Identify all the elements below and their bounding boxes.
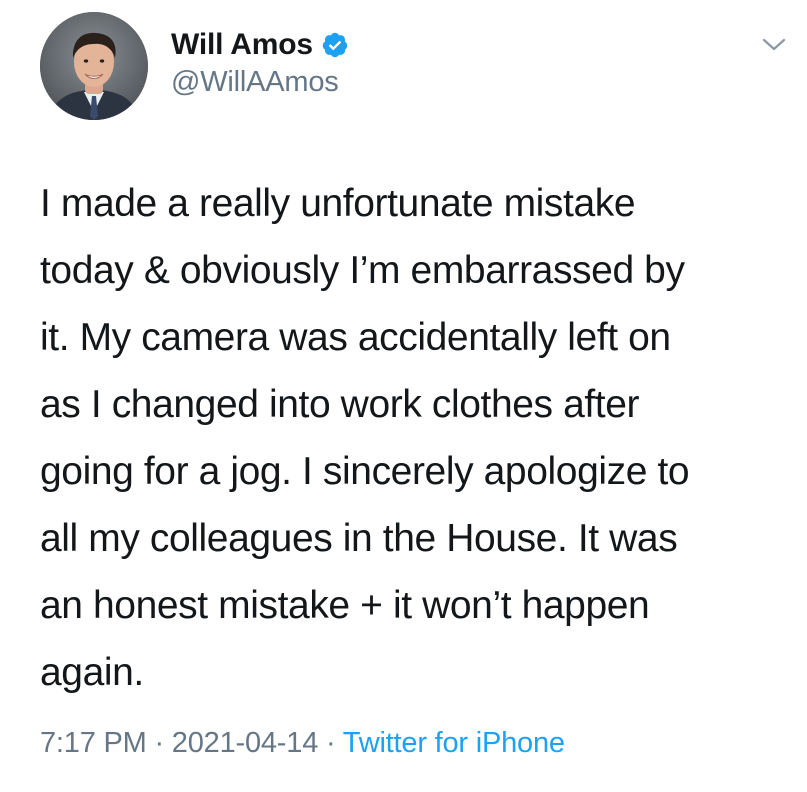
avatar[interactable] xyxy=(40,12,148,120)
name-row: Will Amos xyxy=(171,26,349,64)
verified-badge-icon xyxy=(321,31,349,59)
display-name[interactable]: Will Amos xyxy=(171,28,313,62)
tweet-date[interactable]: 2021-04-14 xyxy=(172,727,319,759)
chevron-down-icon[interactable] xyxy=(761,36,787,54)
tweet-card: Will Amos @WillAAmos I made a really unf… xyxy=(0,0,807,792)
profile-photo-icon xyxy=(40,12,148,120)
tweet-meta: 7:17 PM · 2021-04-14 · Twitter for iPhon… xyxy=(40,727,565,760)
user-handle[interactable]: @WillAAmos xyxy=(171,66,349,99)
tweet-source-link[interactable]: Twitter for iPhone xyxy=(343,727,565,759)
author-block[interactable]: Will Amos @WillAAmos xyxy=(171,26,349,99)
meta-separator: · xyxy=(146,727,172,759)
meta-separator: · xyxy=(318,727,343,759)
tweet-time[interactable]: 7:17 PM xyxy=(40,727,147,759)
tweet-text: I made a really unfortunate mistake toda… xyxy=(40,182,690,694)
